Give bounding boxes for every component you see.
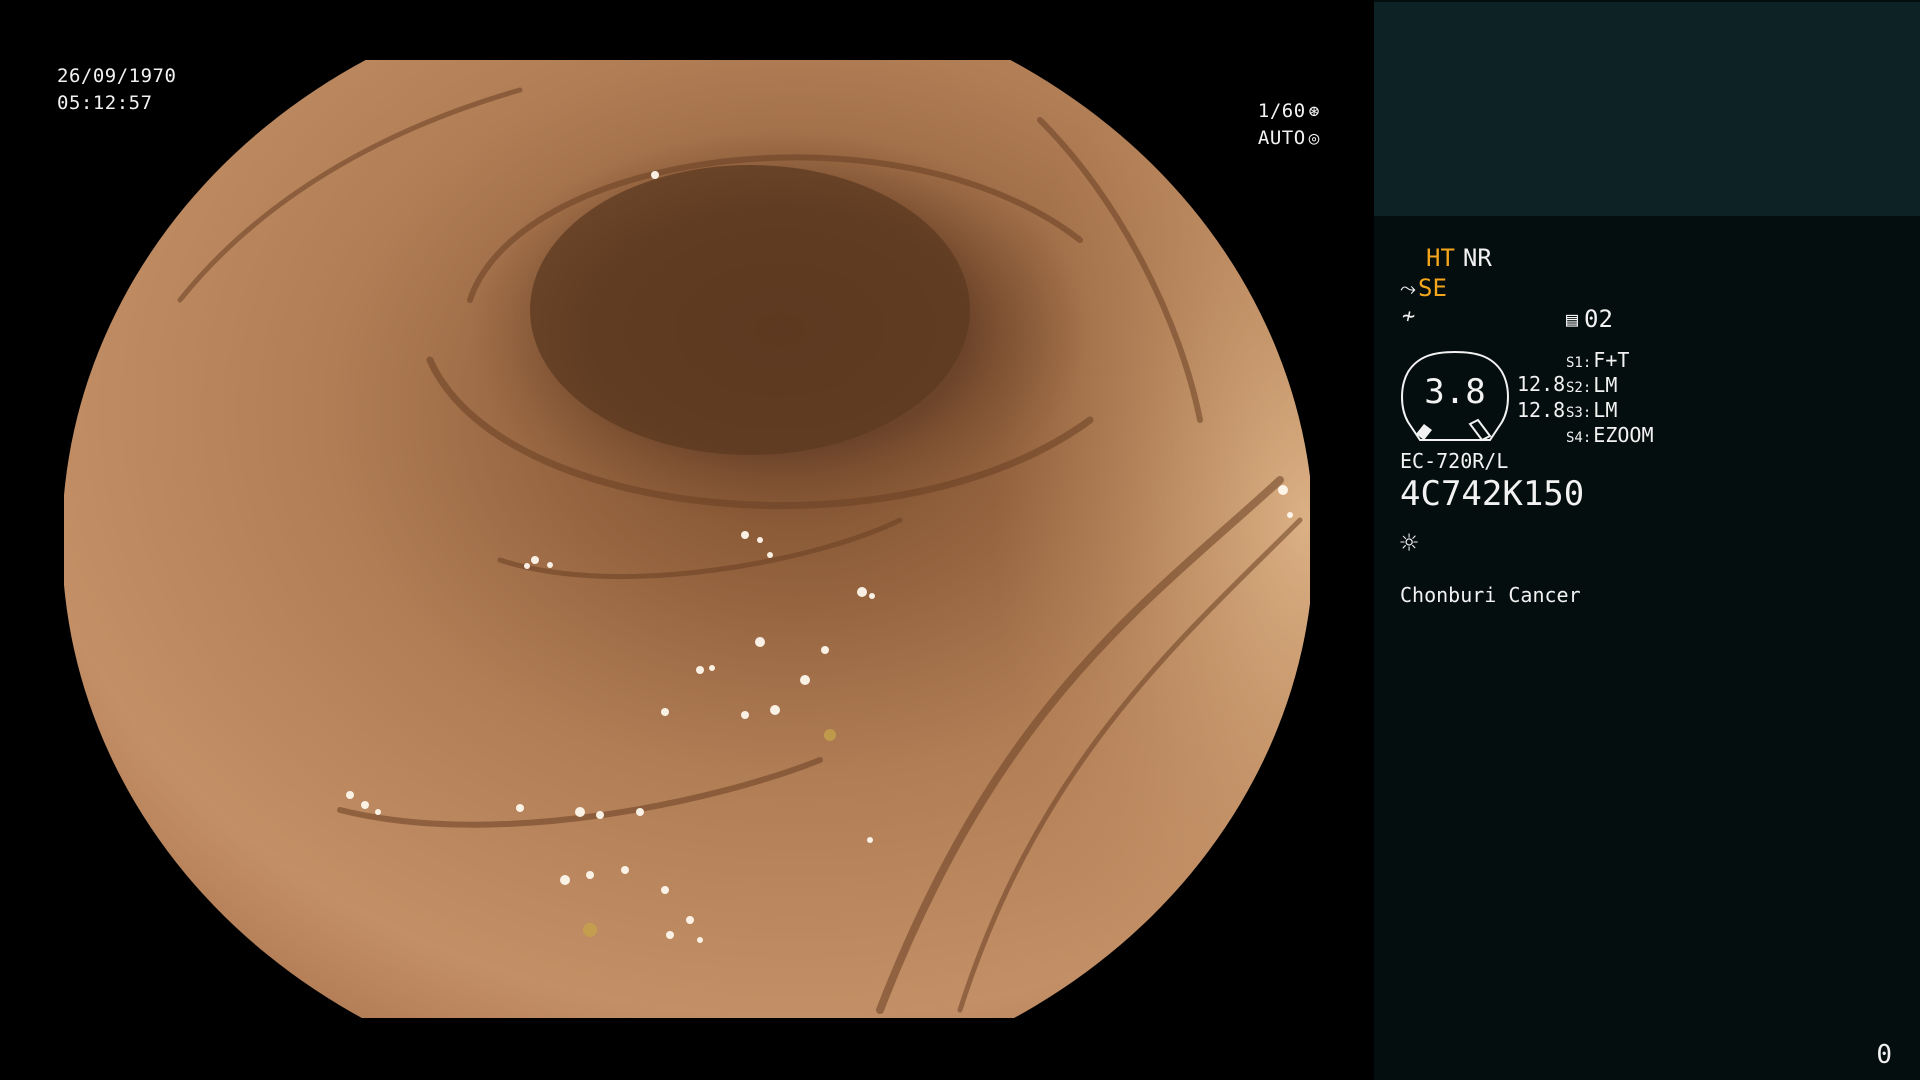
- scope-model: EC-720R/L: [1400, 449, 1509, 473]
- enhancement-mode-row: HT NR: [1426, 244, 1492, 272]
- switch-key: S2:: [1566, 380, 1592, 396]
- switch-s4: S4: EZOOM: [1566, 423, 1654, 447]
- memo-value: 02: [1584, 305, 1613, 333]
- switch-key: S3:: [1566, 405, 1592, 421]
- enhance-icon: ⤳: [1400, 276, 1416, 300]
- switch-s3: S3: LM: [1566, 398, 1617, 422]
- switch-s1: S1: F+T: [1566, 348, 1629, 372]
- switch-value: LM: [1593, 373, 1618, 397]
- switch-value: F+T: [1593, 348, 1630, 372]
- date-time-display: 26/09/1970 05:12:57: [57, 63, 176, 117]
- image-counter: 0: [1876, 1040, 1892, 1070]
- switch-s2: S2: LM: [1566, 373, 1617, 397]
- endoscopic-image: 26/09/1970 05:12:57 1/60 ⊛ AUTO ◎: [0, 0, 1374, 1080]
- nr-label: NR: [1462, 244, 1492, 272]
- switch-value: LM: [1593, 398, 1618, 422]
- exposure-settings: 1/60 ⊛ AUTO ◎: [1258, 98, 1320, 152]
- switch-key: S1:: [1566, 355, 1592, 371]
- colon-lumen-image: [64, 60, 1310, 1018]
- memo-row: ▤ 02: [1566, 305, 1613, 333]
- info-panel: HT NR ⤳ SE ≁ ▤ 02 3.8 12.8 12.8 S1: F+T S2…: [1374, 0, 1920, 1080]
- memo-icon: ▤: [1566, 307, 1579, 331]
- shutter-icon: ⊛: [1308, 100, 1320, 122]
- curve-icon: ≁: [1402, 304, 1416, 329]
- se-label: SE: [1418, 274, 1447, 302]
- hospital-name: Chonburi Cancer: [1400, 583, 1581, 607]
- shutter-speed-text: 1/60: [1257, 100, 1306, 122]
- date-text: 26/09/1970: [57, 65, 177, 87]
- thumbnail-area: [1374, 2, 1920, 216]
- exposure-mode-text: AUTO: [1257, 127, 1306, 149]
- switch-key: S4:: [1566, 430, 1592, 446]
- iris-value: 3.8: [1424, 372, 1486, 412]
- light-icon: ☼: [1400, 526, 1419, 561]
- switch-value: EZOOM: [1593, 423, 1654, 447]
- iris-gauge: 3.8: [1398, 350, 1512, 444]
- scope-serial-number: 4C742K150: [1400, 474, 1585, 514]
- brightness-value-1: 12.8: [1517, 372, 1566, 396]
- iris-indicator-right: [1468, 418, 1492, 442]
- time-text: 05:12:57: [57, 92, 153, 114]
- se-row: ⤳ SE: [1400, 274, 1447, 302]
- brightness-value-2: 12.8: [1517, 398, 1566, 422]
- endoscopy-screen: 26/09/1970 05:12:57 1/60 ⊛ AUTO ◎ HT NR ⤳…: [0, 0, 1920, 1080]
- ht-label: HT: [1426, 244, 1455, 272]
- exposure-icon: ◎: [1308, 127, 1320, 149]
